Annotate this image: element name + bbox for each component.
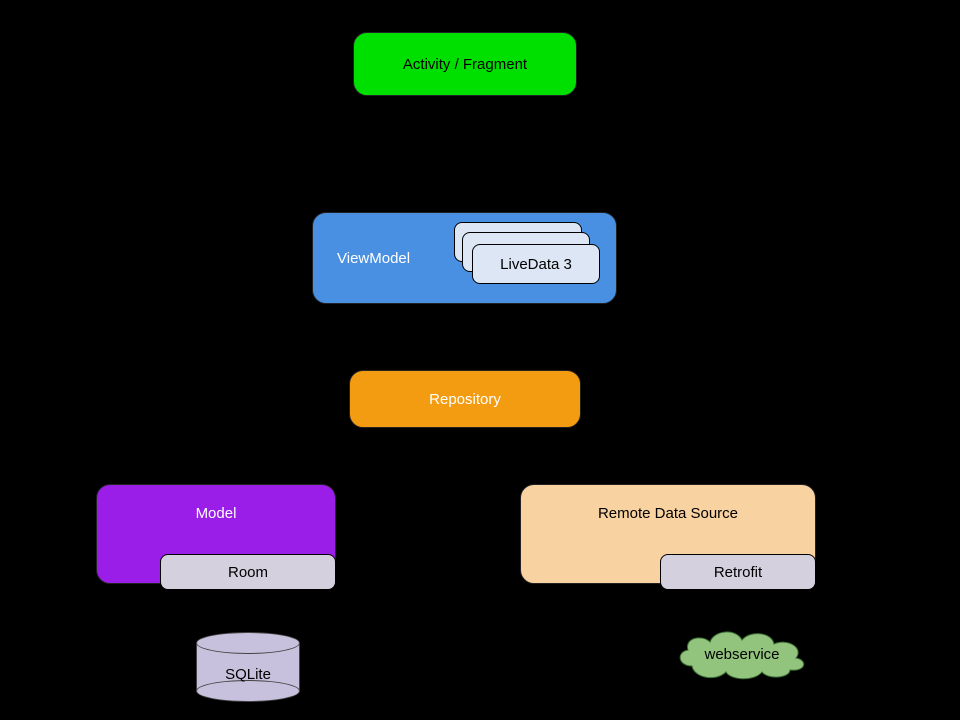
room-label: Room xyxy=(228,564,268,581)
livedata-label: LiveData 3 xyxy=(500,256,572,273)
arrow-retrofit-webservice xyxy=(728,590,748,628)
repository-node: Repository xyxy=(349,370,581,428)
arrow-room-sqlite xyxy=(238,590,258,632)
repository-label: Repository xyxy=(429,391,501,408)
retrofit-label: Retrofit xyxy=(714,564,762,581)
webservice-label: webservice xyxy=(672,646,812,663)
sqlite-node: SQLite xyxy=(196,632,300,702)
sqlite-label: SQLite xyxy=(196,666,300,683)
remote-label: Remote Data Source xyxy=(521,505,815,522)
arrow-activity-viewmodel xyxy=(455,96,475,212)
activity-node: Activity / Fragment xyxy=(353,32,577,96)
arrow-viewmodel-repository xyxy=(455,304,475,370)
livedata-card-front: LiveData 3 xyxy=(472,244,600,284)
viewmodel-label: ViewModel xyxy=(337,213,410,303)
retrofit-node: Retrofit xyxy=(660,554,816,590)
model-label: Model xyxy=(97,505,335,522)
room-node: Room xyxy=(160,554,336,590)
webservice-node: webservice xyxy=(672,624,812,680)
activity-label: Activity / Fragment xyxy=(403,56,527,73)
